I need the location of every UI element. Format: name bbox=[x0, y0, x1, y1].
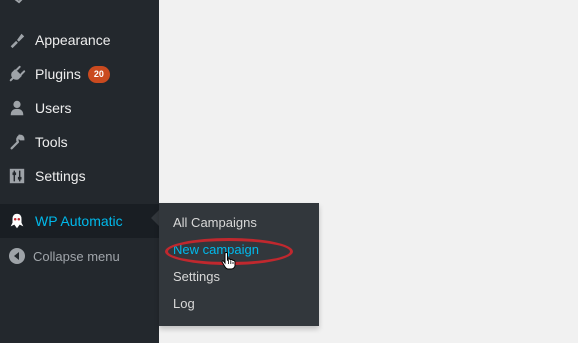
collapse-menu-button[interactable]: Collapse menu bbox=[0, 242, 159, 270]
hand-cursor-icon bbox=[221, 252, 236, 270]
submenu-item-settings[interactable]: Settings bbox=[173, 267, 220, 287]
sidebar-item-appearance[interactable]: Appearance bbox=[0, 23, 159, 57]
flyout-pointer bbox=[151, 210, 159, 226]
sidebar-item-label: Appearance bbox=[35, 32, 111, 48]
user-icon bbox=[7, 98, 27, 118]
admin-sidebar: Appearance Plugins 20 Users Tools Settin… bbox=[0, 0, 159, 343]
update-count-badge: 20 bbox=[87, 65, 110, 83]
sidebar-item-tools[interactable]: Tools bbox=[0, 125, 159, 159]
sidebar-item-label: Tools bbox=[35, 134, 68, 150]
plugin-icon bbox=[7, 64, 27, 84]
sliders-icon bbox=[7, 166, 27, 186]
collapse-menu-label: Collapse menu bbox=[33, 248, 120, 264]
sidebar-item-users[interactable]: Users bbox=[0, 91, 159, 125]
sidebar-item-label: Settings bbox=[35, 168, 86, 184]
sidebar-item-plugins[interactable]: Plugins 20 bbox=[0, 57, 159, 91]
sidebar-item-label: Users bbox=[35, 100, 72, 116]
wrench-icon bbox=[7, 132, 27, 152]
sidebar-item-label: Plugins bbox=[35, 66, 81, 82]
collapse-arrow-icon bbox=[9, 248, 25, 264]
submenu-item-all-campaigns[interactable]: All Campaigns bbox=[173, 213, 257, 233]
sidebar-item-wp-automatic[interactable]: WP Automatic bbox=[0, 204, 159, 238]
robot-icon bbox=[7, 211, 27, 231]
partial-icon bbox=[14, 0, 23, 4]
submenu-item-log[interactable]: Log bbox=[173, 294, 195, 314]
sidebar-item-label: WP Automatic bbox=[35, 213, 123, 229]
sidebar-item-settings[interactable]: Settings bbox=[0, 159, 159, 193]
paintbrush-icon bbox=[7, 30, 27, 50]
